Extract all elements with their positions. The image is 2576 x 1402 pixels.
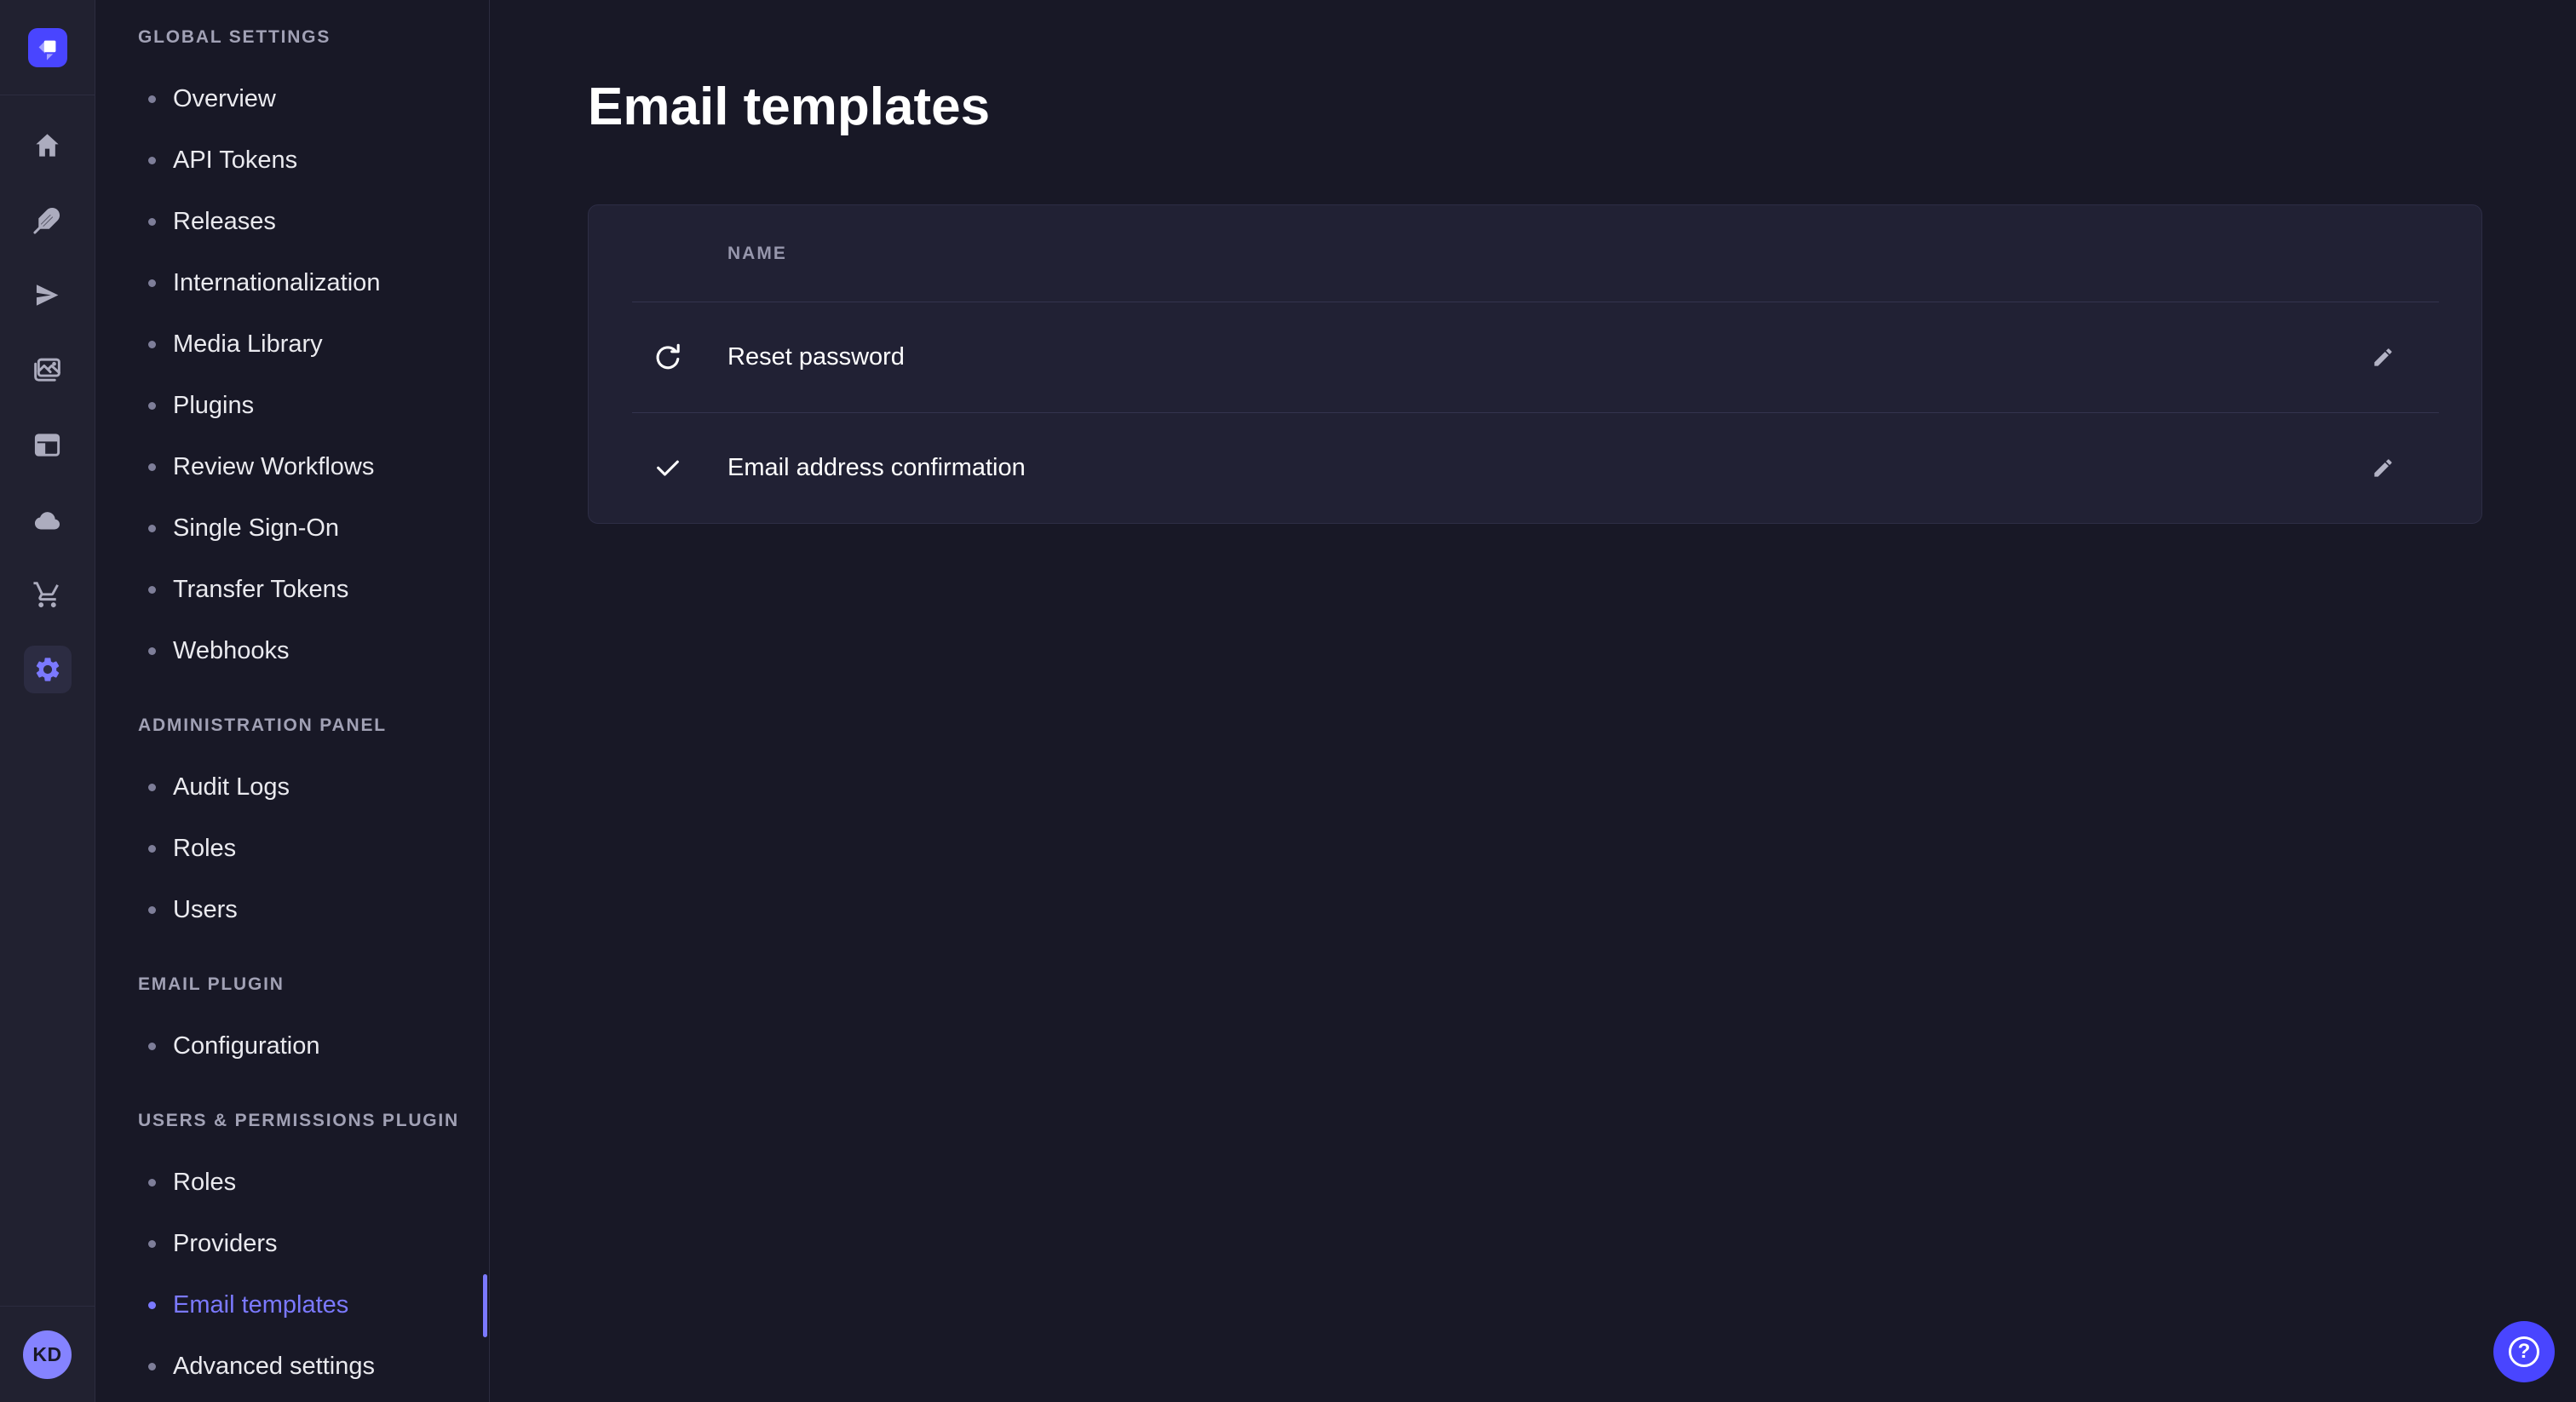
rail-icon-list: [0, 107, 95, 707]
section-title: GLOBAL SETTINGS: [95, 7, 489, 68]
column-header-name: NAME: [727, 244, 787, 264]
sidebar-item-label: API Tokens: [173, 147, 297, 175]
cart-icon[interactable]: [0, 557, 95, 632]
edit-email-confirmation-button[interactable]: [2362, 448, 2403, 489]
email-templates-table: NAME Reset password Email address confir…: [588, 204, 2482, 524]
main-nav-rail: KD: [0, 0, 95, 1402]
edit-reset-password-button[interactable]: [2362, 337, 2403, 378]
sidebar-item-review-workflows[interactable]: Review Workflows: [95, 436, 489, 497]
table-row-email-address-confirmation[interactable]: Email address confirmation: [589, 413, 2481, 523]
bullet-dot: [148, 1043, 156, 1050]
help-button[interactable]: ?: [2493, 1321, 2555, 1382]
logo-box: [0, 0, 95, 95]
feather-icon[interactable]: [0, 182, 95, 257]
home-icon[interactable]: [0, 107, 95, 182]
section-users-permissions-plugin: USERS & PERMISSIONS PLUGIN Roles Provide…: [95, 1090, 489, 1397]
sidebar-item-audit-logs[interactable]: Audit Logs: [95, 756, 489, 818]
sidebar-item-webhooks[interactable]: Webhooks: [95, 620, 489, 681]
bullet-dot: [148, 586, 156, 594]
sidebar-item-single-sign-on[interactable]: Single Sign-On: [95, 497, 489, 559]
page-title: Email templates: [588, 75, 2481, 140]
bullet-dot: [148, 463, 156, 471]
avatar[interactable]: KD: [23, 1330, 72, 1379]
sidebar-item-configuration[interactable]: Configuration: [95, 1015, 489, 1077]
sidebar-item-label: Media Library: [173, 330, 323, 359]
settings-subnav: GLOBAL SETTINGS Overview API Tokens Rele…: [95, 0, 490, 1402]
sidebar-item-label: Overview: [173, 85, 276, 113]
sidebar-item-advanced-settings[interactable]: Advanced settings: [95, 1336, 489, 1397]
section-title: USERS & PERMISSIONS PLUGIN: [95, 1090, 489, 1152]
section-global-settings: GLOBAL SETTINGS Overview API Tokens Rele…: [95, 7, 489, 681]
bullet-dot: [148, 279, 156, 287]
sidebar-item-label: Review Workflows: [173, 453, 374, 481]
sidebar-item-providers[interactable]: Providers: [95, 1213, 489, 1274]
sidebar-item-label: Providers: [173, 1230, 278, 1258]
bullet-dot: [148, 845, 156, 853]
sidebar-item-label: Single Sign-On: [173, 514, 339, 543]
strapi-logo[interactable]: [28, 28, 67, 67]
main-content: Email templates NAME Reset password: [491, 0, 2576, 1402]
bullet-dot: [148, 341, 156, 348]
sidebar-item-admin-users[interactable]: Users: [95, 879, 489, 940]
sidebar-item-label: Advanced settings: [173, 1353, 375, 1381]
bullet-dot: [148, 906, 156, 914]
gear-icon-slot: [0, 632, 95, 707]
sidebar-item-label: Users: [173, 896, 238, 924]
sidebar-item-label: Roles: [173, 835, 236, 863]
bullet-dot: [148, 1301, 156, 1309]
template-name: Reset password: [727, 343, 905, 371]
sidebar-item-releases[interactable]: Releases: [95, 191, 489, 252]
sidebar-item-internationalization[interactable]: Internationalization: [95, 252, 489, 313]
sidebar-item-label: Internationalization: [173, 269, 380, 297]
bullet-dot: [148, 647, 156, 655]
sidebar-item-up-roles[interactable]: Roles: [95, 1152, 489, 1213]
section-title: EMAIL PLUGIN: [95, 954, 489, 1015]
paper-plane-icon[interactable]: [0, 257, 95, 332]
sidebar-item-label: Plugins: [173, 392, 254, 420]
bullet-dot: [148, 525, 156, 532]
bullet-dot: [148, 218, 156, 226]
sidebar-item-label: Webhooks: [173, 637, 290, 665]
sidebar-item-transfer-tokens[interactable]: Transfer Tokens: [95, 559, 489, 620]
table-row-reset-password[interactable]: Reset password: [589, 302, 2481, 412]
layout-icon[interactable]: [0, 407, 95, 482]
table-header-row: NAME: [589, 205, 2481, 302]
sidebar-item-label: Roles: [173, 1169, 236, 1197]
sidebar-item-plugins[interactable]: Plugins: [95, 375, 489, 436]
sidebar-item-email-templates[interactable]: Email templates: [95, 1274, 489, 1336]
bullet-dot: [148, 1179, 156, 1187]
sidebar-item-label: Configuration: [173, 1032, 320, 1060]
bullet-dot: [148, 784, 156, 791]
section-title: ADMINISTRATION PANEL: [95, 695, 489, 756]
sidebar-item-media-library[interactable]: Media Library: [95, 313, 489, 375]
check-icon: [652, 452, 684, 485]
question-mark-icon: ?: [2509, 1336, 2539, 1367]
sidebar-item-api-tokens[interactable]: API Tokens: [95, 129, 489, 191]
sidebar-item-label: Releases: [173, 208, 276, 236]
section-email-plugin: EMAIL PLUGIN Configuration: [95, 954, 489, 1077]
sidebar-item-overview[interactable]: Overview: [95, 68, 489, 129]
sidebar-item-admin-roles[interactable]: Roles: [95, 818, 489, 879]
gear-icon[interactable]: [24, 646, 72, 693]
bullet-dot: [148, 1363, 156, 1370]
template-name: Email address confirmation: [727, 454, 1026, 482]
sidebar-item-label: Transfer Tokens: [173, 576, 348, 604]
cloud-icon[interactable]: [0, 482, 95, 557]
bullet-dot: [148, 95, 156, 103]
bullet-dot: [148, 402, 156, 410]
sidebar-item-label: Email templates: [173, 1291, 348, 1319]
sidebar-item-label: Audit Logs: [173, 773, 290, 802]
bullet-dot: [148, 157, 156, 164]
rail-footer: KD: [0, 1306, 95, 1402]
active-indicator: [483, 1274, 487, 1337]
section-administration-panel: ADMINISTRATION PANEL Audit Logs Roles Us…: [95, 695, 489, 940]
refresh-icon: [652, 342, 684, 374]
images-icon[interactable]: [0, 332, 95, 407]
bullet-dot: [148, 1240, 156, 1248]
